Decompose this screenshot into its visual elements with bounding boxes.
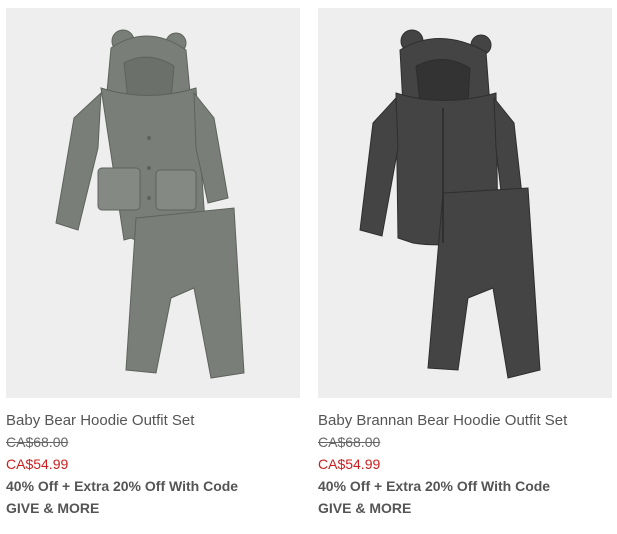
- sale-price: CA$54.99: [6, 456, 69, 472]
- original-price: CA$68.00: [318, 434, 381, 450]
- promo-code: GIVE & MORE: [318, 500, 412, 516]
- product-card[interactable]: Baby Bear Hoodie Outfit Set CA$68.00 CA$…: [6, 8, 300, 519]
- outfit-illustration: [55, 29, 245, 379]
- product-name[interactable]: Baby Bear Hoodie Outfit Set: [6, 411, 300, 431]
- product-card[interactable]: Baby Brannan Bear Hoodie Outfit Set CA$6…: [318, 8, 612, 519]
- promo-text: 40% Off + Extra 20% Off With Code: [6, 478, 239, 494]
- promo-text: 40% Off + Extra 20% Off With Code: [318, 478, 551, 494]
- promo-code: GIVE & MORE: [6, 500, 100, 516]
- outfit-illustration: [359, 29, 541, 379]
- product-name[interactable]: Baby Brannan Bear Hoodie Outfit Set: [318, 411, 612, 431]
- sale-price: CA$54.99: [318, 456, 381, 472]
- product-image[interactable]: [318, 8, 612, 398]
- product-image[interactable]: [6, 8, 300, 398]
- original-price: CA$68.00: [6, 434, 69, 450]
- product-grid: Baby Bear Hoodie Outfit Set CA$68.00 CA$…: [0, 0, 617, 534]
